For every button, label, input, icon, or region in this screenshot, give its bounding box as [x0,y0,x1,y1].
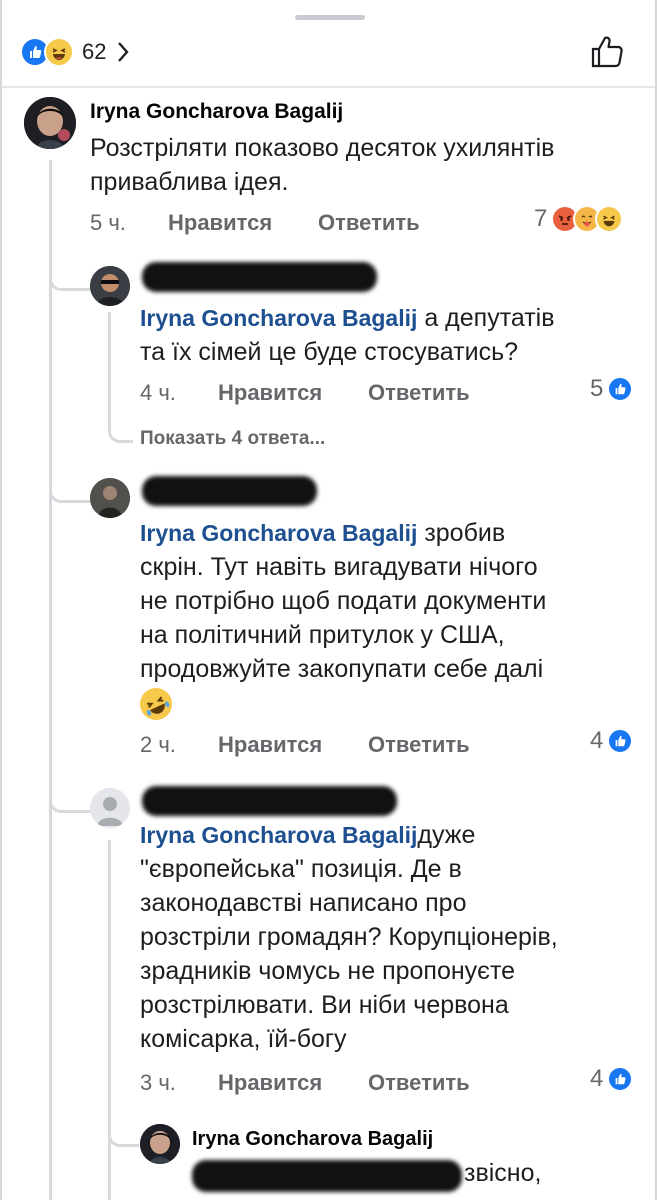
show-replies-link[interactable]: Показать 4 ответа... [140,428,325,450]
comment-reactions[interactable]: 4 [590,1065,634,1093]
like-button[interactable]: Нравится [218,380,368,406]
comment-line: та їх сімей це буде стосуватись? [140,338,519,366]
thread-connector [49,780,90,813]
comment-line: комісарка, їй-богу [140,1025,347,1053]
comment-line: не потрібно щоб подати документи [140,587,547,615]
reply-button[interactable]: Ответить [368,380,470,406]
thread-connector [108,312,111,420]
thread-connector [108,412,133,443]
reaction-count: 4 [590,727,604,754]
comment-author[interactable]: Iryna Goncharova Bagalij [90,100,343,124]
avatar[interactable] [90,478,130,518]
like-reaction-icon [607,376,634,402]
comment-timestamp: 5 ч. [90,210,126,235]
comment-line: приваблива ідея. [90,168,289,196]
reactions-summary[interactable]: 62 [20,34,130,70]
comment-reactions[interactable]: 4 [590,727,634,755]
header-divider [2,86,655,88]
comment-line: Розстріляти показово десяток ухилянтів [90,134,555,162]
thread-connector [108,840,111,1200]
thread-connector [49,160,52,1200]
comment-author[interactable]: Iryna Goncharova Bagalij [192,1128,433,1151]
comment-timestamp: 3 ч. [140,1070,176,1095]
mention-link[interactable]: Iryna Goncharova Bagalij [140,822,417,848]
comment-line: продовжуйте закопупати себе далі [140,655,544,683]
comment-line: зрадників чомусь не пропонуєте [140,957,516,985]
comment-line: на політичний притулок у США, [140,621,505,649]
comment-line-rest: зробив [417,519,506,547]
reply-button[interactable]: Ответить [318,210,420,236]
comments-sheet: 62 Iryna Goncharova Bagalij Розстріляти … [0,0,657,1200]
comment-text: Розстріляти показово десяток ухилянтів п… [90,131,554,199]
reply-button[interactable]: Ответить [368,1070,470,1096]
thread-connector [49,258,90,291]
reaction-total-count: 62 [82,39,107,64]
like-reaction-icon [607,1066,634,1092]
mention-link[interactable]: Iryna Goncharova Bagalij [140,520,417,546]
comment-timestamp: 4 ч. [140,380,176,405]
rofl-emoji-icon [140,688,172,720]
comment-reactions[interactable]: 5 [590,375,634,403]
comment-line: "європейська" позиція. Де в [140,855,462,883]
reaction-count: 5 [590,375,604,402]
redacted-author-name [142,476,317,506]
default-avatar-icon[interactable] [90,788,130,828]
like-button[interactable]: Нравится [218,1070,368,1096]
comment-meta: 2 ч. Нравится Ответить [140,732,470,758]
like-thumb-icon[interactable] [587,32,627,72]
sheet-drag-handle[interactable] [295,15,365,20]
comment-line: скрін. Тут навіть вигадувати нічого [140,553,538,581]
like-button[interactable]: Нравится [218,732,368,758]
comment-text: Iryna Goncharova Bagalij а депутатів та … [140,301,555,369]
thread-connector [49,470,90,503]
like-reaction-icon [607,728,634,754]
chevron-right-icon [118,42,130,62]
comment-meta: 3 ч. Нравится Ответить [140,1070,470,1096]
comment-line: законодавстві написано про [140,889,467,917]
comment-text: Iryna Goncharova Bagalijдуже "європейськ… [140,818,558,1056]
comment-text: звісно, [464,1159,542,1187]
avatar[interactable] [90,266,130,306]
comment-line: розстріли громадян? Корупціонерів, [140,923,558,951]
like-button[interactable]: Нравится [168,210,318,236]
comment-reactions[interactable]: 7 [534,205,624,233]
comment-line: Iryna Goncharova Bagalij а депутатів [140,301,555,335]
reaction-count: 7 [534,205,548,232]
avatar[interactable] [24,97,76,149]
reaction-count: 4 [590,1065,604,1092]
comment-meta: 4 ч. Нравится Ответить [140,380,470,406]
comment-line: розстрілювати. Ви ніби червона [140,991,509,1019]
comment-line-rest: дуже [417,821,476,849]
comment-meta: 5 ч. Нравится Ответить [90,210,420,236]
thread-connector [108,1118,139,1147]
comment-line: Iryna Goncharova Bagalijдуже [140,818,558,852]
avatar[interactable] [140,1124,180,1164]
haha-reaction-icon [595,205,624,233]
mention-link[interactable]: Iryna Goncharova Bagalij [140,305,417,331]
redacted-mention [192,1160,462,1192]
comment-text: Iryna Goncharova Bagalij зробив скрін. Т… [140,516,546,686]
comment-line-rest: а депутатів [417,304,555,332]
redacted-author-name [142,786,397,816]
reply-button[interactable]: Ответить [368,732,470,758]
haha-reaction-icon [44,37,74,67]
comment-timestamp: 2 ч. [140,732,176,757]
comment-line: Iryna Goncharova Bagalij зробив [140,516,546,550]
redacted-author-name [142,262,377,292]
